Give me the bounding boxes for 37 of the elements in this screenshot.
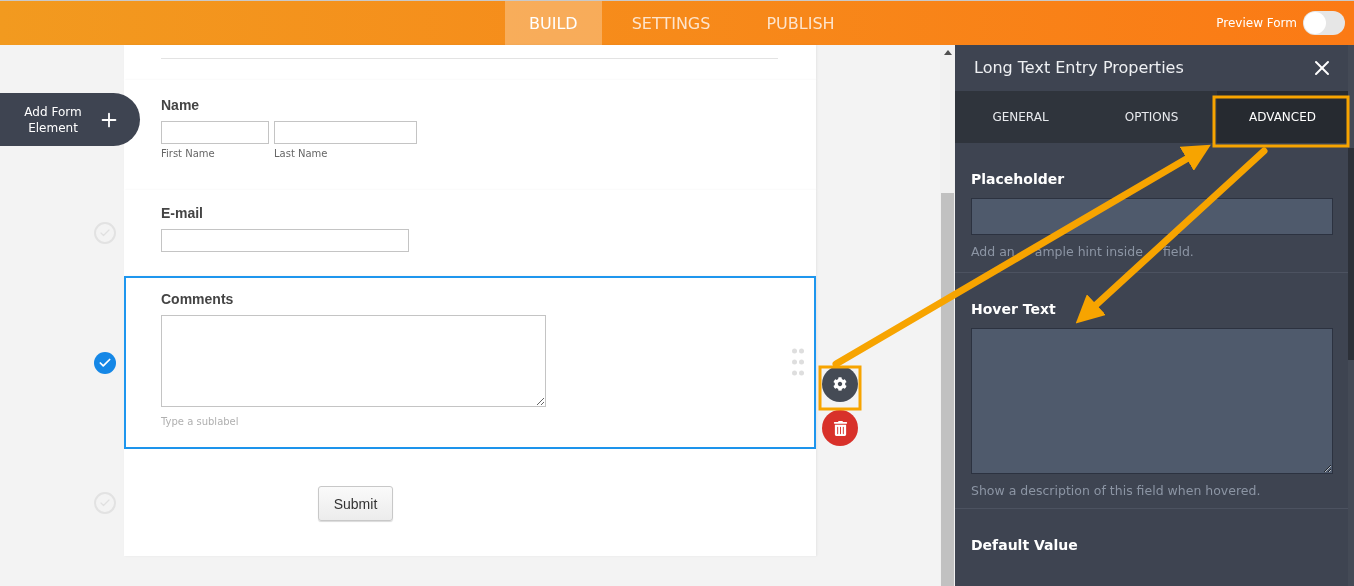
property-label: Hover Text <box>971 300 1057 317</box>
submit-button[interactable]: Submit <box>318 486 393 521</box>
panel-tab[interactable]: GENERAL <box>955 90 1086 143</box>
property-hint: ample hint inside <box>1034 243 1143 259</box>
panel-title: Long Text Entry Properties <box>974 58 1184 78</box>
email-input[interactable] <box>161 229 409 252</box>
property-hint: field. <box>1162 243 1194 259</box>
preview-label: Preview Form <box>1216 16 1297 30</box>
property-hint: Show a description of this field when hovered. <box>971 482 1262 498</box>
add-form-element-button[interactable]: Add Form Element <box>0 93 140 146</box>
field-sublabel: First Name <box>161 148 216 159</box>
highlight-frame <box>818 365 862 411</box>
field-label: Name <box>161 97 201 114</box>
text-input[interactable] <box>161 121 269 144</box>
checked-circle-icon[interactable] <box>94 351 116 374</box>
text-input[interactable] <box>274 121 417 144</box>
form-field-row[interactable]: E-mail <box>124 190 816 276</box>
field-sublabel: Last Name <box>274 148 329 159</box>
drag-handle-icon[interactable] <box>792 348 804 376</box>
property-hint: Add an <box>971 243 1015 259</box>
delete-button[interactable] <box>822 410 858 446</box>
form-field-row[interactable]: Name First Name Last Name <box>124 80 816 190</box>
field-sublabel: Type a sublabel <box>161 416 240 427</box>
trash-icon <box>832 420 848 436</box>
form-field-row[interactable]: Submit <box>124 449 816 556</box>
hover-text-area[interactable] <box>971 327 1333 474</box>
scrollbar[interactable] <box>940 45 955 586</box>
property-label: Default Value <box>971 536 1079 553</box>
panel-tab[interactable]: OPTIONS <box>1086 90 1217 143</box>
property-label: Placeholder <box>971 170 1066 187</box>
gear-icon <box>833 377 847 391</box>
panel-tab[interactable]: ADVANCED <box>1217 90 1348 143</box>
field-label: Comments <box>161 291 235 308</box>
comments-textarea[interactable] <box>161 315 546 407</box>
placeholder-input[interactable] <box>971 197 1333 235</box>
preview-toggle[interactable] <box>1303 11 1345 35</box>
field-label: E-mail <box>161 205 204 222</box>
